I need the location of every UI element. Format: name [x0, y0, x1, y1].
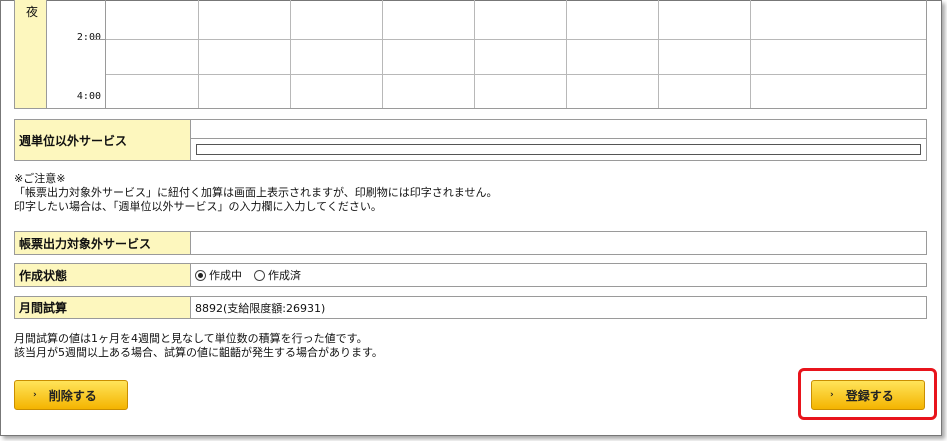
status-option-completed[interactable]: 作成済	[254, 267, 301, 283]
chevron-right-icon: ›	[830, 390, 834, 400]
monthly-estimate-value: 8892(支給限度額:26931)	[195, 301, 326, 315]
time-column: 2:00 4:00	[47, 0, 105, 109]
caution-text-2: 印字したい場合は、「週単位以外サービス」の入力欄に入力してください。	[14, 200, 382, 213]
caution-heading: ※ご注意※	[14, 172, 66, 185]
night-row-header: 夜	[14, 0, 47, 109]
weekly-other-service-display	[191, 120, 926, 139]
monthly-estimate-label: 月間試算	[15, 297, 191, 318]
estimate-note: 月間試算の値は1ヶ月を4週間と見なして単位数の積算を行った値です。 該当月が5週…	[14, 332, 383, 360]
status-option-in-progress[interactable]: 作成中	[195, 267, 242, 283]
excluded-service-value	[191, 232, 926, 254]
night-label: 夜	[26, 5, 39, 19]
excluded-service-row: 帳票出力対象外サービス	[14, 231, 927, 255]
weekly-other-service-input[interactable]	[196, 144, 921, 155]
register-button[interactable]: › 登録する	[811, 380, 925, 410]
schedule-cells[interactable]	[105, 0, 927, 109]
time-tick	[93, 39, 105, 40]
radio-unselected-icon[interactable]	[254, 269, 265, 281]
estimate-note-1: 月間試算の値は1ヶ月を4週間と見なして単位数の積算を行った値です。	[14, 332, 368, 345]
time-label-4: 4:00	[76, 91, 101, 102]
radio-selected-icon[interactable]	[195, 269, 206, 281]
status-label: 作成状態	[15, 264, 191, 286]
delete-button[interactable]: › 削除する	[14, 380, 128, 410]
weekly-other-service-row: 週単位以外サービス	[14, 119, 927, 161]
status-row: 作成状態 作成中 作成済	[14, 263, 927, 287]
estimate-note-2: 該当月が5週間以上ある場合、試算の値に齟齬が発生する場合があります。	[14, 346, 383, 359]
monthly-estimate-row: 月間試算 8892(支給限度額:26931)	[14, 296, 927, 319]
caution-note: ※ご注意※ 「帳票出力対象外サービス」に紐付く加算は画面上表示されますが、印刷物…	[14, 172, 497, 214]
page-frame: 夜 2:00 4:00 週単位以外サービス ※ご注意※ 「帳票出力対象外サービス…	[0, 0, 942, 436]
chevron-right-icon: ›	[33, 390, 37, 400]
excluded-service-label: 帳票出力対象外サービス	[15, 232, 191, 254]
weekly-other-service-label: 週単位以外サービス	[15, 120, 191, 160]
weekly-schedule-grid: 夜 2:00 4:00	[14, 0, 927, 109]
caution-text-1: 「帳票出力対象外サービス」に紐付く加算は画面上表示されますが、印刷物には印字され…	[14, 186, 498, 199]
time-label-2: 2:00	[76, 32, 101, 43]
